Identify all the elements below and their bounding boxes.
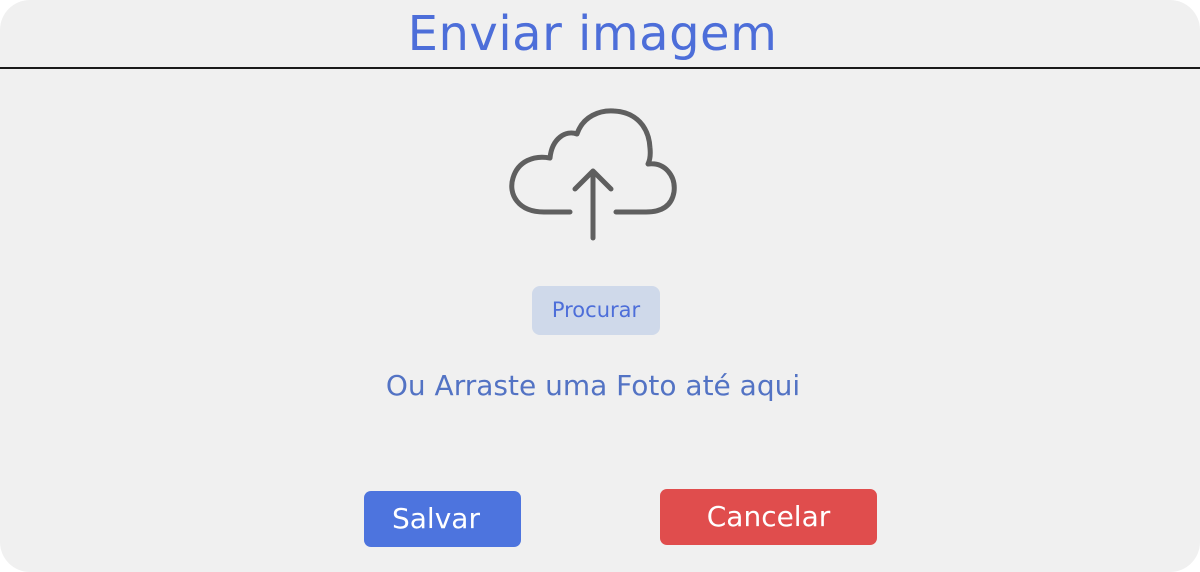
cloud-upload-icon[interactable] bbox=[508, 106, 678, 246]
browse-button[interactable]: Procurar bbox=[532, 286, 660, 335]
save-button[interactable]: Salvar bbox=[364, 491, 521, 547]
dialog-title: Enviar imagem bbox=[407, 6, 778, 62]
upload-dialog: Enviar imagem Procurar Ou Arraste uma Fo… bbox=[0, 0, 1200, 572]
cancel-button[interactable]: Cancelar bbox=[660, 489, 877, 545]
title-divider bbox=[0, 67, 1200, 69]
drag-drop-hint: Ou Arraste uma Foto até aqui bbox=[385, 369, 801, 402]
